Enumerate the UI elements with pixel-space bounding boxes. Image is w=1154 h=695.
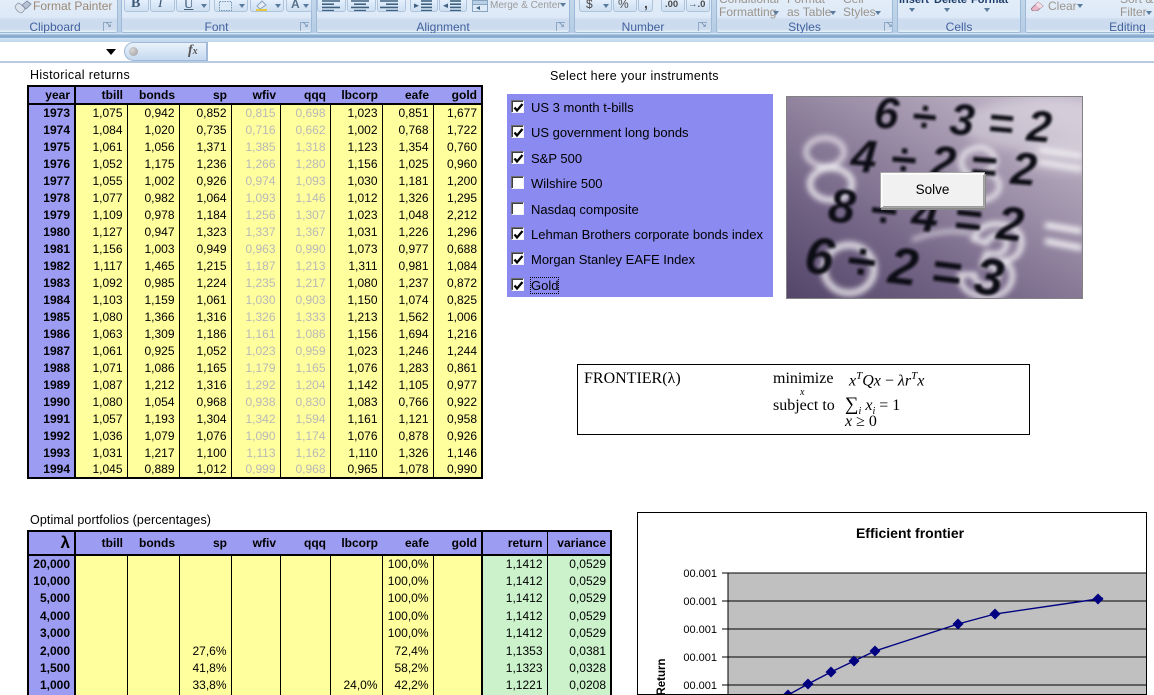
svg-text:Efficient frontier: Efficient frontier bbox=[856, 525, 965, 541]
svg-text:00.001: 00.001 bbox=[683, 568, 717, 580]
svg-text:00.001: 00.001 bbox=[683, 652, 717, 664]
svg-text:00.001: 00.001 bbox=[683, 680, 717, 692]
svg-text:00.001: 00.001 bbox=[683, 596, 717, 608]
svg-text:Return: Return bbox=[656, 658, 668, 694]
svg-text:00.001: 00.001 bbox=[683, 624, 717, 636]
